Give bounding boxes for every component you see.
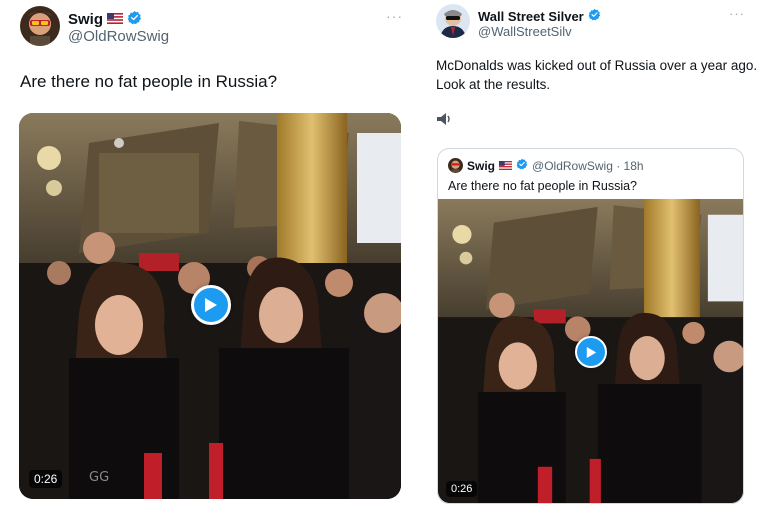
quoted-text: Are there no fat people in Russia? [448,179,638,193]
video-player[interactable]: GG 0:26 [19,113,401,499]
handle[interactable]: @OldRowSwig [68,28,169,45]
quoted-tweet[interactable]: Swig @OldRowSwig · 18h Are there no fat … [437,148,744,504]
video-duration: 0:26 [29,470,63,488]
svg-text:GG: GG [89,470,109,485]
tweet-wall-street-silver[interactable]: Wall Street Silver @WallStreetSilv ··· M… [422,0,759,510]
tweet-text-line-1: McDonalds was kicked out of Russia over … [436,58,758,73]
tweet-swig[interactable]: Swig @OldRowSwig ··· Are there no fat pe… [0,0,418,510]
quoted-avatar[interactable] [448,158,463,173]
avatar[interactable] [436,4,470,38]
quoted-author-row[interactable]: Swig @OldRowSwig · 18h [467,158,644,173]
tweet-text-line-2: Look at the results. [436,77,551,92]
avatar[interactable] [20,6,60,46]
author-name-row[interactable]: Swig [68,10,142,29]
tweet-text: Are there no fat people in Russia? [20,72,278,91]
us-flag-icon [107,11,124,28]
verified-badge-icon [516,158,528,173]
play-icon [586,346,596,358]
more-options-icon[interactable]: ··· [386,8,403,24]
play-button[interactable] [575,336,607,368]
us-flag-icon [499,159,513,173]
display-name[interactable]: Wall Street Silver [478,9,584,24]
play-icon [205,298,217,312]
handle[interactable]: @WallStreetSilv [478,24,572,39]
video-duration: 0:26 [446,481,478,497]
display-name[interactable]: Swig [68,11,103,28]
speaker-icon [436,112,452,131]
more-options-icon[interactable]: ··· [729,6,745,21]
quoted-handle-time[interactable]: @OldRowSwig · 18h [532,159,644,173]
quoted-display-name[interactable]: Swig [467,159,495,173]
verified-badge-icon [127,10,142,29]
play-button[interactable] [191,285,231,325]
quoted-video-player[interactable]: 0:26 [438,199,743,503]
author-name-row[interactable]: Wall Street Silver [478,8,601,24]
verified-badge-icon [588,8,601,24]
